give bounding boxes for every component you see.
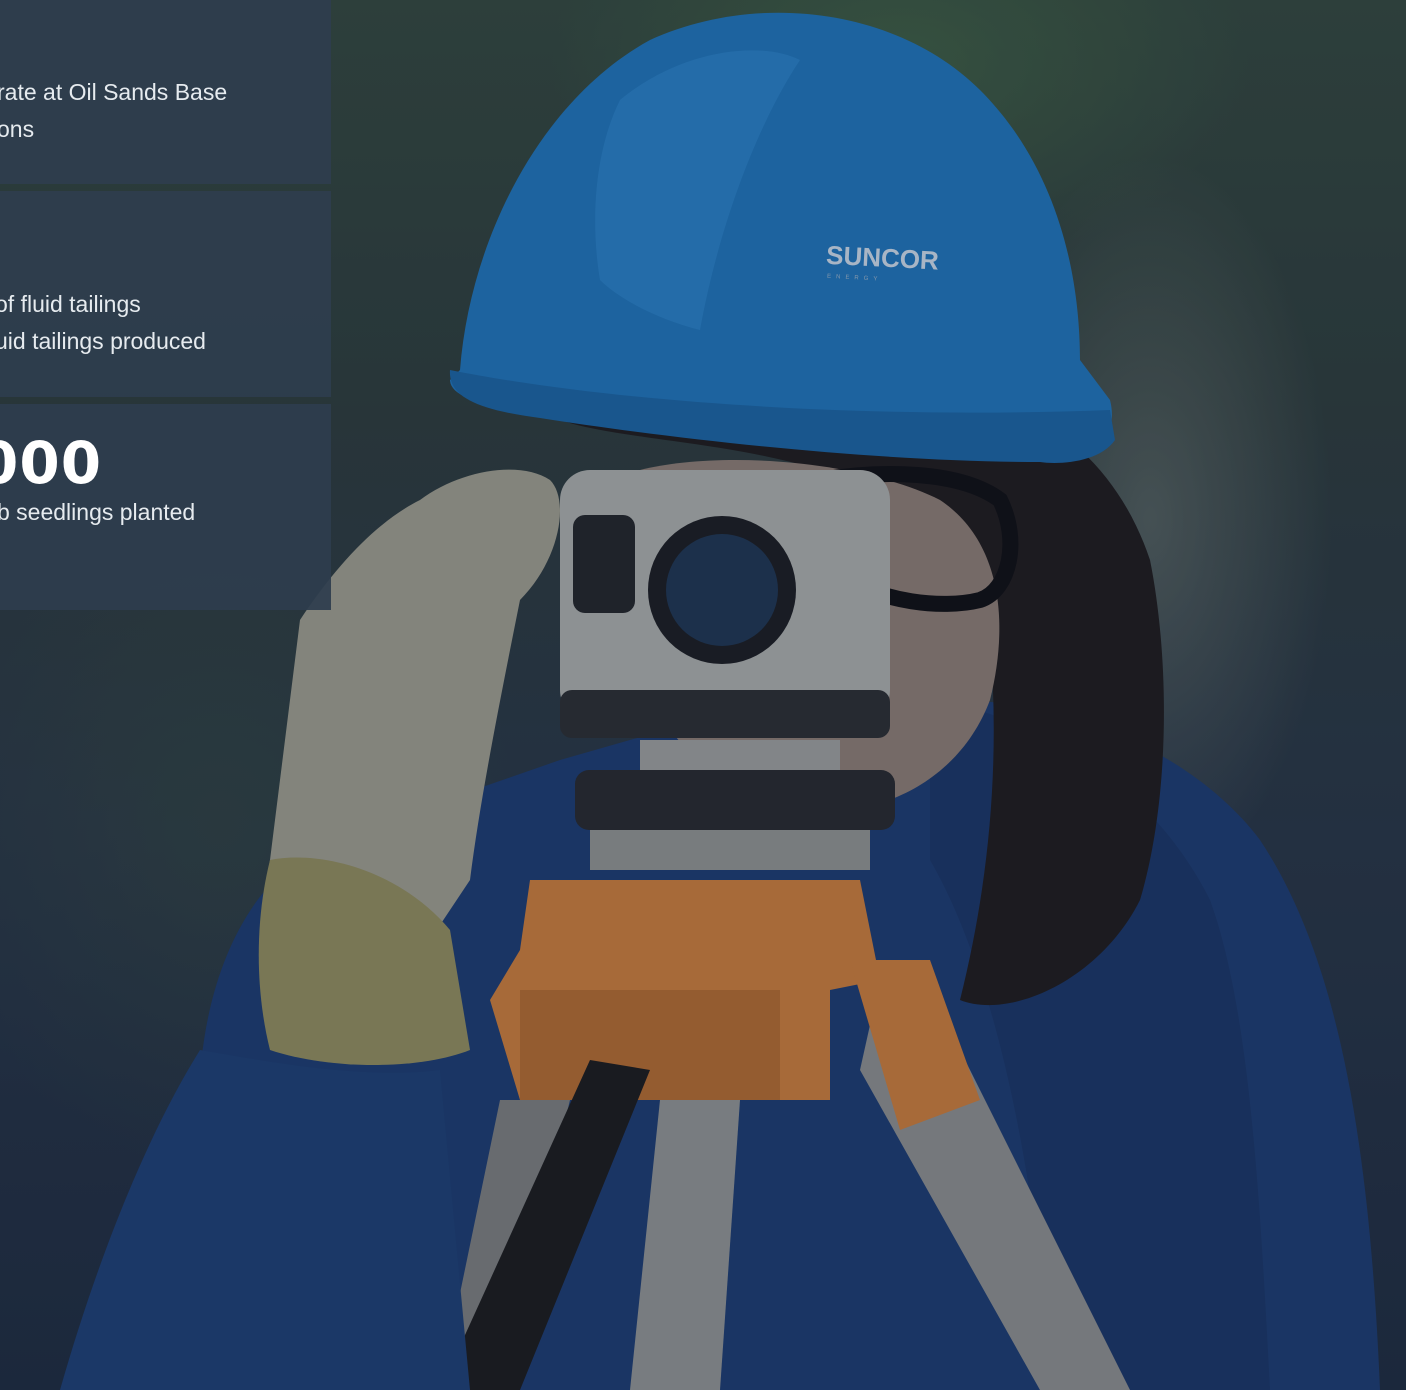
sleeve — [60, 1050, 470, 1390]
stat-description-line: b seedlings planted — [0, 499, 196, 525]
stat-card-recovery: rate at Oil Sands Base ons — [0, 0, 331, 184]
instrument-base — [575, 770, 895, 830]
stat-description: b seedlings planted — [0, 494, 331, 531]
tripod-head-shade — [520, 990, 780, 1100]
instrument-knob-left — [573, 515, 635, 613]
stat-description: of fluid tailings uid tailings produced — [0, 286, 331, 360]
helmet-logo: SUNCOR — [825, 240, 939, 276]
stat-description-line: uid tailings produced — [0, 328, 206, 354]
stat-card-seedlings: 000 b seedlings planted — [0, 404, 331, 610]
stat-value: 000 — [0, 429, 103, 497]
instrument-lens — [666, 534, 778, 646]
instrument-plate — [590, 830, 870, 870]
instrument-dial — [560, 690, 890, 738]
stat-description-line: ons — [0, 116, 35, 142]
stat-card-tailings: of fluid tailings uid tailings produced — [0, 191, 331, 397]
stat-description: rate at Oil Sands Base ons — [0, 74, 331, 148]
stat-description-line: of fluid tailings — [0, 291, 141, 317]
stat-description-line: rate at Oil Sands Base — [0, 79, 228, 105]
